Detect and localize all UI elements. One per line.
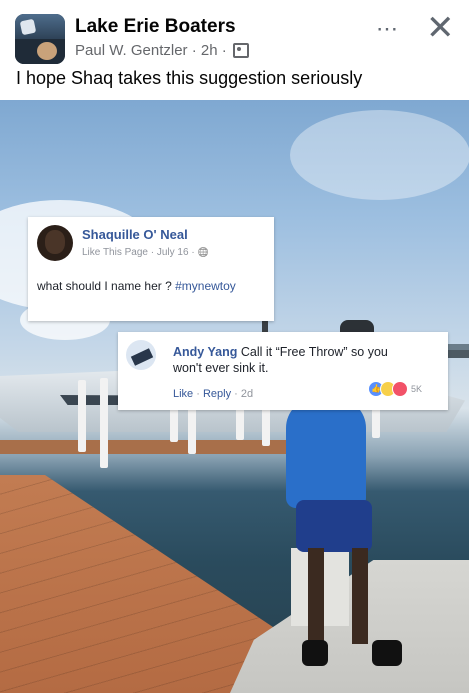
reaction-count: 5K [411,384,423,394]
embedded-post-text-prefix: what should I name her ? [37,279,176,293]
post-timestamp[interactable]: 2h [201,42,218,59]
meta-separator: · [191,42,197,59]
avatar-face [37,42,57,60]
embedded-post-hashtag: #mynewtoy [175,279,236,293]
action-separator: · [231,388,241,400]
person-shoe [302,640,328,666]
post-header: Lake Erie Boaters Paul W. Gentzler · 2h … [0,0,469,100]
embedded-post-subtitle: Like This Page · July 16 · 🌐 [82,247,209,258]
person-shorts [296,500,372,552]
author-name[interactable]: Paul W. Gentzler [75,42,188,59]
embedded-comment-name: Andy Yang [173,345,238,359]
person-shirt [286,398,366,508]
far-dock [0,440,300,454]
dock-piling [100,378,108,468]
embedded-comment-body: Andy Yang Call it “Free Throw” so you wo… [173,344,413,376]
embedded-post-avatar [37,225,73,261]
post-photo[interactable]: Shaquille O' Neal Like This Page · July … [0,100,469,693]
love-reaction-icon [392,381,408,397]
embedded-reply-link: Reply [202,388,232,400]
embedded-post-card: Shaquille O' Neal Like This Page · July … [28,217,274,321]
embedded-comment-card: Andy Yang Call it “Free Throw” so you wo… [118,332,448,410]
post-meta: Paul W. Gentzler · 2h · [75,42,249,59]
bottom-strip [0,693,469,700]
group-name[interactable]: Lake Erie Boaters [75,16,236,38]
more-options-icon[interactable]: ⋯ [376,16,399,42]
embedded-post-sub-text: Like This Page · July 16 · [82,247,198,258]
person-shoe [372,640,402,666]
post-caption: I hope Shaq takes this suggestion seriou… [16,68,363,88]
person-leg [308,548,324,644]
embedded-comment-age: 2d [240,388,254,400]
meta-separator-2: · [221,42,227,59]
embedded-comment-avatar [126,340,156,370]
embedded-post-text: what should I name her ? #mynewtoy [37,279,236,293]
embedded-reactions: 👍 5K [368,381,422,397]
dock-piling [78,380,86,452]
group-privacy-icon [232,43,249,58]
action-separator: · [193,388,203,400]
embedded-post-name: Shaquille O' Neal [82,227,188,242]
avatar-badge [19,18,37,36]
embedded-like-link: Like [173,388,194,400]
globe-icon: 🌐 [197,247,209,257]
person-leg [352,548,368,644]
embedded-comment-actions: Like · Reply · 2d [173,388,253,400]
group-avatar[interactable] [15,14,65,64]
close-icon[interactable]: ✕ [426,8,455,48]
cloud [290,110,469,200]
